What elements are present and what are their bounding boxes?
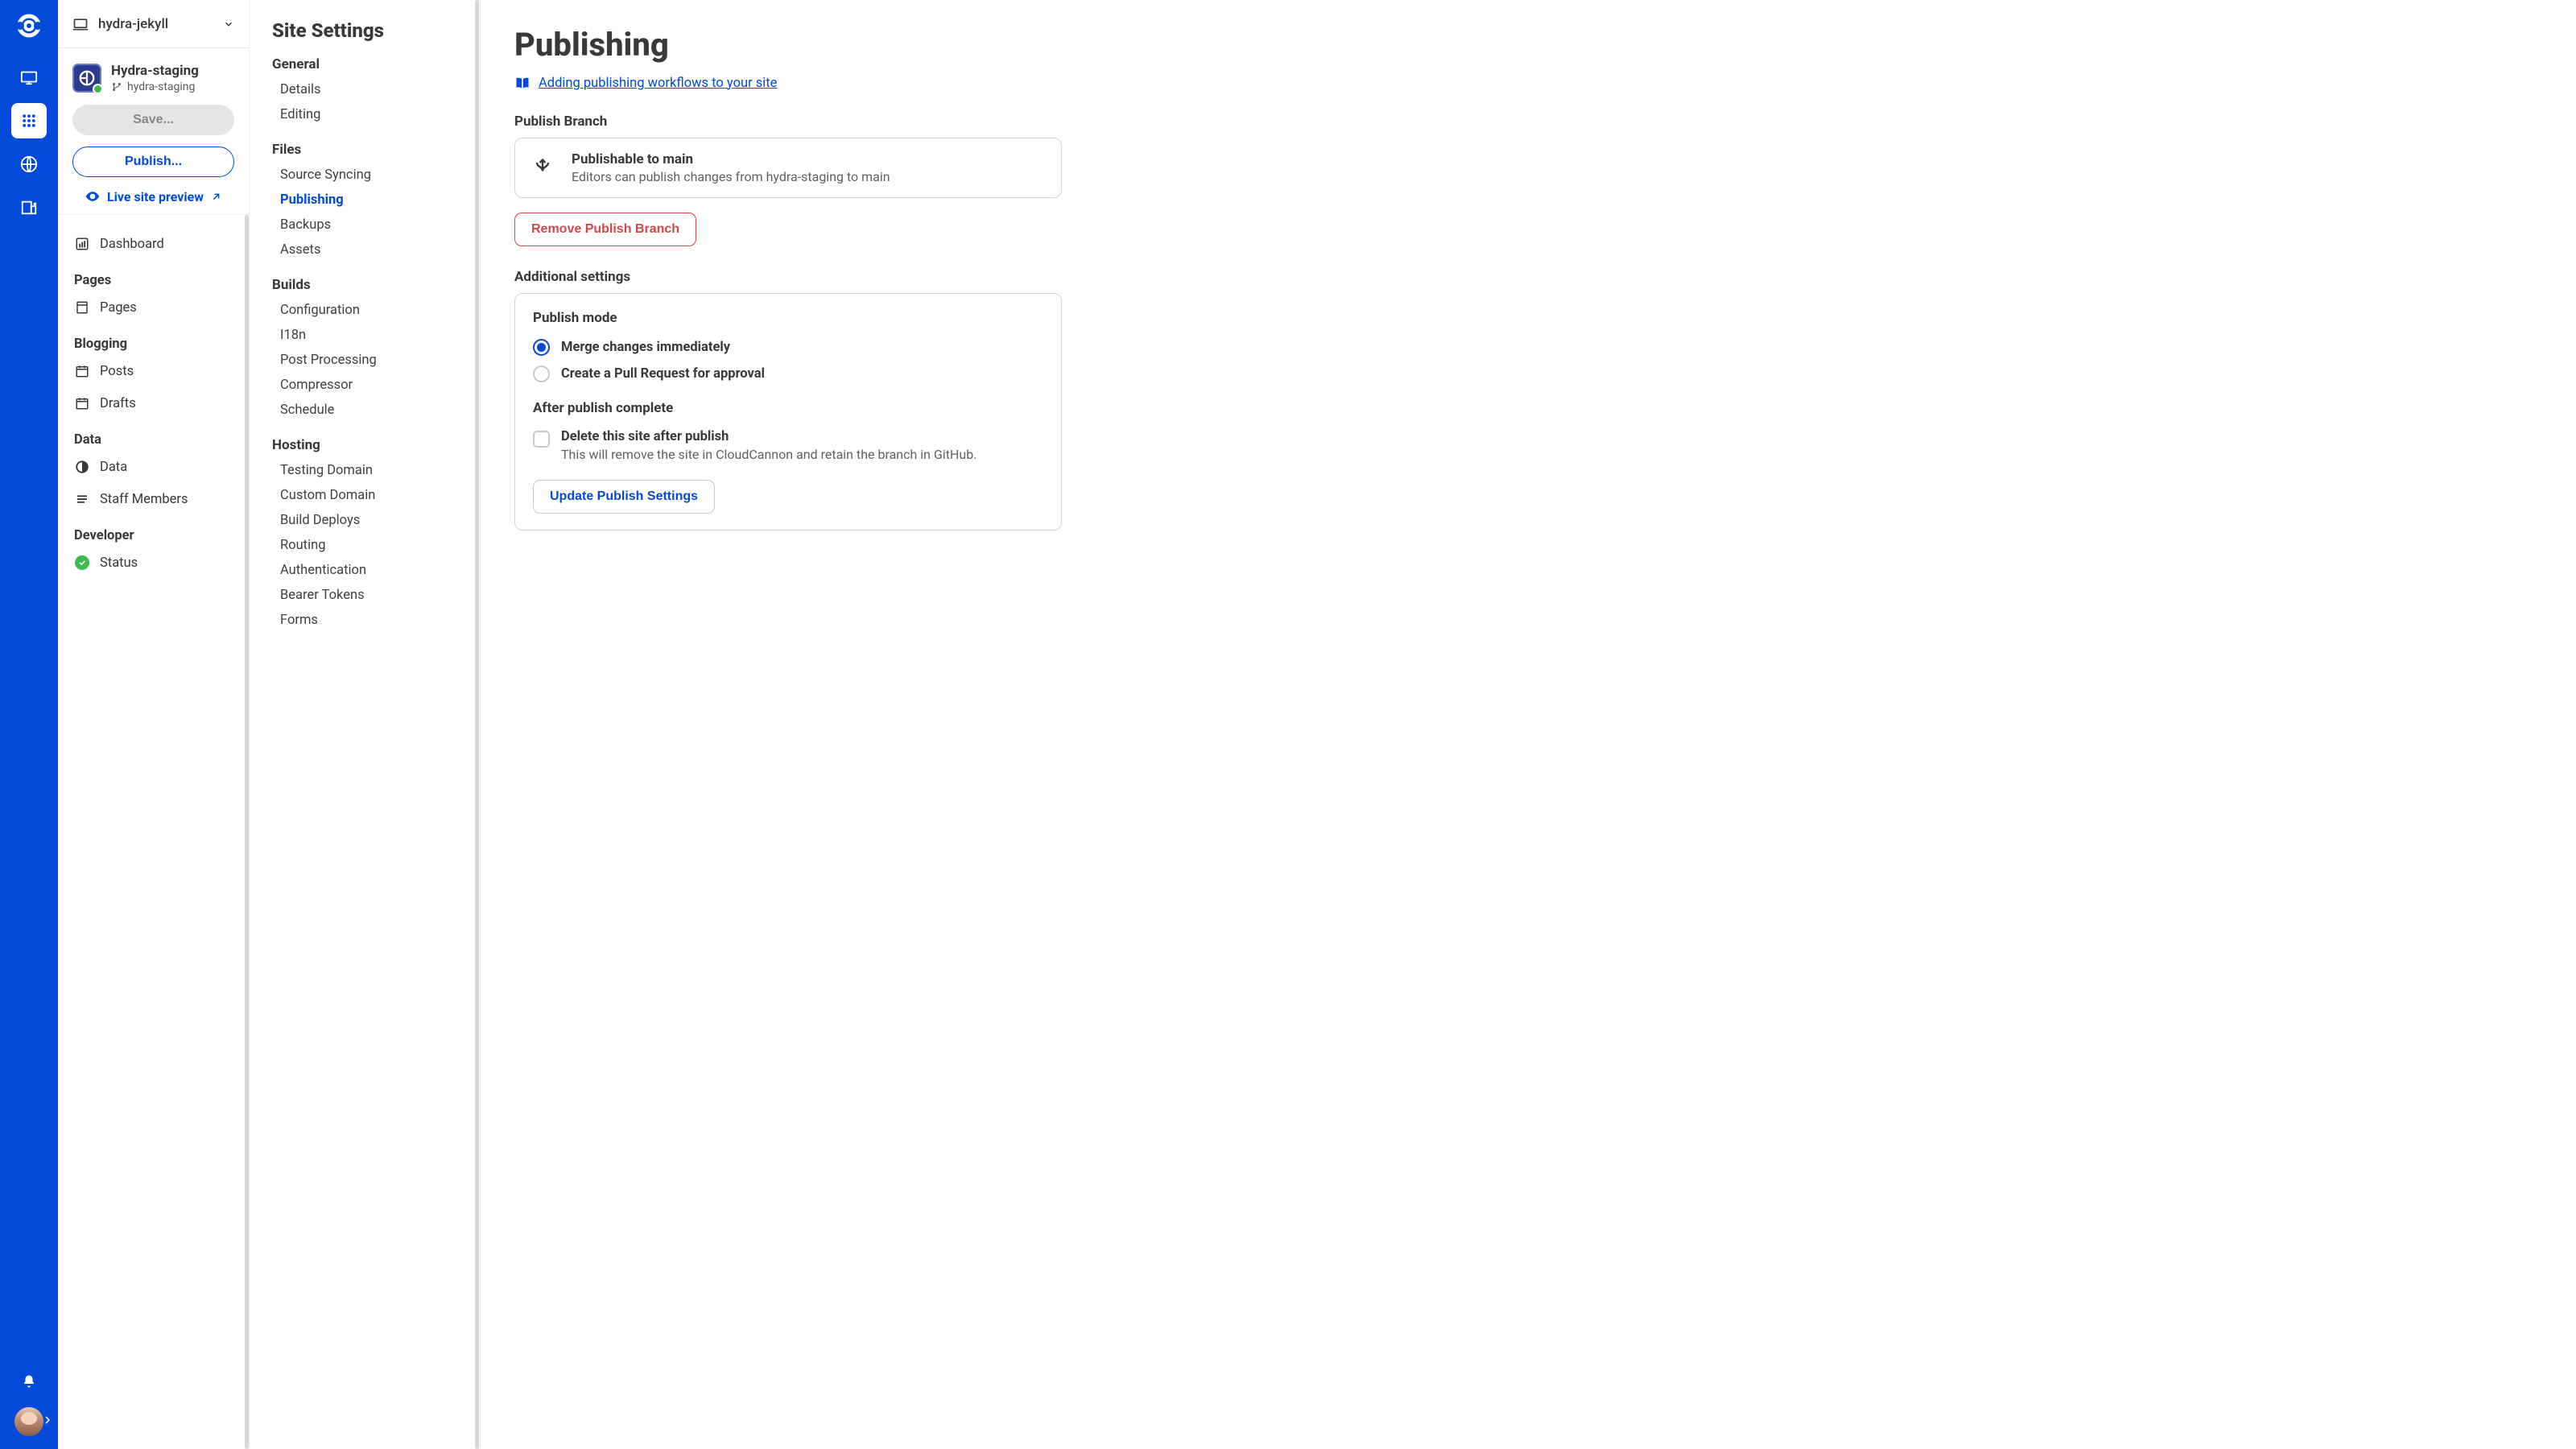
site-branch: hydra-staging: [111, 80, 199, 93]
main-content: Publishing Adding publishing workflows t…: [481, 0, 2576, 1449]
settings-section-builds: Builds: [272, 277, 457, 293]
status-badge-icon: [93, 84, 103, 94]
calendar-icon: [74, 395, 90, 411]
additional-settings-card: Publish mode Merge changes immediately C…: [514, 293, 1062, 530]
bell-icon[interactable]: [11, 1364, 47, 1399]
project-sidebar: hydra-jekyll Hydra-staging hydra-staging…: [58, 0, 250, 1449]
site-title: Hydra-staging: [111, 63, 199, 79]
site-icon: [72, 64, 101, 93]
publishable-desc: Editors can publish changes from hydra-s…: [572, 169, 890, 184]
calendar-icon: [74, 363, 90, 379]
check-circle-icon: [74, 555, 90, 571]
eye-icon: [85, 188, 101, 204]
publish-mode-pr[interactable]: Create a Pull Request for approval: [533, 361, 1043, 387]
page-icon: [74, 299, 90, 316]
publish-branch-card: Publishable to main Editors can publish …: [514, 138, 1062, 198]
nav-dashboard[interactable]: Dashboard: [58, 228, 249, 260]
settings-title: Site Settings: [272, 19, 457, 42]
settings-section-general: General: [272, 56, 457, 72]
save-button: Save...: [72, 105, 234, 135]
settings-i18n[interactable]: I18n: [272, 323, 457, 348]
book-icon: [514, 75, 530, 91]
nav-drafts[interactable]: Drafts: [58, 387, 249, 419]
settings-schedule[interactable]: Schedule: [272, 398, 457, 423]
nav-data[interactable]: Data: [58, 451, 249, 483]
nav-pages[interactable]: Pages: [58, 291, 249, 324]
settings-nav: Site Settings General Details Editing Fi…: [250, 0, 481, 1449]
nav-section-blogging: Blogging: [58, 324, 249, 355]
avatar-container[interactable]: [14, 1407, 43, 1449]
live-preview-link[interactable]: Live site preview: [72, 188, 234, 204]
settings-section-hosting: Hosting: [272, 437, 457, 453]
merge-icon: [531, 157, 554, 180]
site-switcher-label: hydra-jekyll: [98, 16, 213, 32]
radio-on-icon: [533, 339, 550, 356]
list-icon: [74, 491, 90, 507]
delete-after-publish[interactable]: Delete this site after publish This will…: [533, 424, 1043, 467]
checkbox-icon[interactable]: [533, 431, 550, 448]
radio-off-icon: [533, 365, 550, 382]
settings-forms[interactable]: Forms: [272, 608, 457, 633]
delete-label: Delete this site after publish: [561, 429, 976, 444]
data-icon: [74, 459, 90, 475]
settings-bearer-tokens[interactable]: Bearer Tokens: [272, 583, 457, 608]
branch-icon: [111, 81, 122, 93]
settings-editing[interactable]: Editing: [272, 102, 457, 127]
publish-button[interactable]: Publish...: [72, 147, 234, 177]
settings-section-files: Files: [272, 142, 457, 158]
nav-section-pages: Pages: [58, 260, 249, 291]
laptop-icon: [72, 16, 89, 32]
publish-branch-label: Publish Branch: [514, 114, 2542, 130]
publish-mode-merge[interactable]: Merge changes immediately: [533, 334, 1043, 361]
nav-status[interactable]: Status: [58, 547, 249, 579]
help-link[interactable]: Adding publishing workflows to your site: [514, 75, 2542, 91]
chevron-down-icon: [223, 19, 234, 30]
publish-mode-label: Publish mode: [533, 310, 1043, 326]
settings-testing-domain[interactable]: Testing Domain: [272, 458, 457, 483]
rail-sites[interactable]: [11, 60, 47, 95]
settings-build-deploys[interactable]: Build Deploys: [272, 508, 457, 533]
nav-section-developer: Developer: [58, 515, 249, 547]
chevron-right-icon: [45, 1416, 50, 1424]
settings-assets[interactable]: Assets: [272, 237, 457, 262]
site-switcher[interactable]: hydra-jekyll: [58, 0, 249, 48]
settings-publishing[interactable]: Publishing: [272, 188, 457, 213]
delete-desc: This will remove the site in CloudCannon…: [561, 447, 976, 462]
publishable-title: Publishable to main: [572, 151, 890, 167]
rail-org[interactable]: [11, 190, 47, 225]
settings-backups[interactable]: Backups: [272, 213, 457, 237]
settings-details[interactable]: Details: [272, 77, 457, 102]
rail-apps[interactable]: [11, 103, 47, 138]
settings-compressor[interactable]: Compressor: [272, 373, 457, 398]
app-rail: [0, 0, 58, 1449]
cloudcannon-logo-icon: [14, 11, 43, 40]
sidebar-nav: Dashboard Pages Pages Blogging Posts Dra…: [58, 215, 249, 1449]
dashboard-icon: [74, 236, 90, 252]
settings-source-syncing[interactable]: Source Syncing: [272, 163, 457, 188]
update-publish-settings-button[interactable]: Update Publish Settings: [533, 480, 715, 514]
page-title: Publishing: [514, 26, 2542, 64]
nav-posts[interactable]: Posts: [58, 355, 249, 387]
settings-post-processing[interactable]: Post Processing: [272, 348, 457, 373]
external-link-icon: [210, 191, 222, 203]
user-avatar[interactable]: [14, 1407, 43, 1436]
remove-publish-branch-button[interactable]: Remove Publish Branch: [514, 213, 696, 246]
after-publish-label: After publish complete: [533, 400, 1043, 416]
settings-custom-domain[interactable]: Custom Domain: [272, 483, 457, 508]
nav-staff[interactable]: Staff Members: [58, 483, 249, 515]
site-header: Hydra-staging hydra-staging Save... Publ…: [58, 48, 249, 215]
settings-configuration[interactable]: Configuration: [272, 298, 457, 323]
additional-settings-label: Additional settings: [514, 269, 2542, 285]
nav-section-data: Data: [58, 419, 249, 451]
settings-routing[interactable]: Routing: [272, 533, 457, 558]
rail-globe[interactable]: [11, 147, 47, 182]
settings-authentication[interactable]: Authentication: [272, 558, 457, 583]
